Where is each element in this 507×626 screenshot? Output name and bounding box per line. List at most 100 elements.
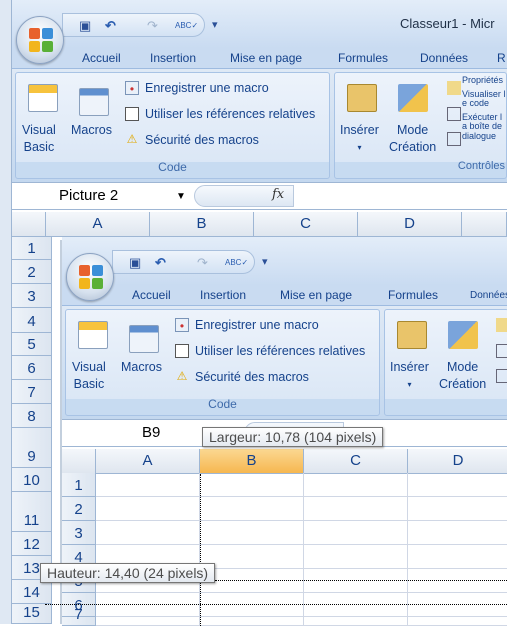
run-dialog-icon [447,132,461,146]
column-header-e[interactable] [462,212,507,237]
row-header-7[interactable]: 7 [12,380,52,404]
row-header-9[interactable]: 9 [12,428,52,468]
row-header-14[interactable]: 14 [12,580,52,604]
picture-select-all-corner [62,449,96,474]
column-header-b[interactable]: B [150,212,254,237]
record-macro-icon: • [125,81,139,96]
picture-record-macro-icon: • [175,318,189,333]
tab-donnees[interactable]: Données [420,51,468,65]
picture-column-header-c: C [304,449,408,474]
picture-cell [304,521,408,545]
picture-office-logo-icon [79,265,103,289]
save-icon[interactable]: ▣ [79,18,91,33]
picture-spelling-icon: ABC✓ [225,258,249,267]
relative-references-icon [125,107,139,121]
column-header-c[interactable]: C [254,212,358,237]
picture-cell [408,497,507,521]
visual-basic-label-1: Visual [22,123,56,137]
office-button[interactable] [16,16,64,64]
row-height-tooltip: Hauteur: 14,40 (24 pixels) [40,563,216,583]
picture-design-mode-icon [448,321,478,349]
picture-cell [304,497,408,521]
row-header-8[interactable]: 8 [12,404,52,428]
row-header-6[interactable]: 6 [12,356,52,380]
macro-security-button[interactable]: Sécurité des macros [145,132,259,149]
row-header-12[interactable]: 12 [12,532,52,556]
tab-formules[interactable]: Formules [338,51,388,65]
insert-function-icon[interactable]: fx [272,187,284,202]
run-dialog-button[interactable]: Exécuter la boîte de dialogue [462,112,507,142]
office-logo-icon [29,28,53,52]
picture-macros-icon [129,325,159,353]
spelling-icon[interactable]: ABC✓ [175,18,198,33]
controls-small-buttons: Propriétés Visualiser le code Exécuter l… [462,75,507,142]
picture-code-group-label: Code [208,397,237,411]
picture-insert-controls-button: Insérer ▾ [390,359,429,393]
design-mode-label-2: Création [389,140,437,154]
picture-insert-label: Insérer [390,360,429,374]
view-code-icon [447,107,461,121]
design-mode-label-1: Mode [396,123,429,137]
visual-basic-label-2: Basic [23,140,55,154]
row-header-15[interactable]: 15 [12,604,52,624]
picture-cell [200,521,304,545]
row-header-5[interactable]: 5 [12,333,52,356]
picture-tab-formules: Formules [388,288,439,302]
picture-row-header-7: 7 [62,606,96,626]
row-header-11[interactable]: 11 [12,492,52,532]
tab-accueil[interactable]: Accueil [82,51,121,65]
picture-tab-donnees: Données [470,290,507,301]
picture-cell [304,617,408,626]
picture-cell [304,473,408,497]
design-mode-button[interactable]: Mode Création [389,122,436,156]
picture-cell [96,473,200,497]
tab-revision[interactable]: R [497,51,506,65]
picture-relative-references-button: Utiliser les références relatives [195,344,366,358]
view-code-button[interactable]: Visualiser le code [462,89,507,109]
row-header-3[interactable]: 3 [12,284,52,308]
tab-mise-en-page[interactable]: Mise en page [230,51,302,65]
column-header-a[interactable]: A [46,212,150,237]
insert-label: Insérer [340,123,379,137]
select-all-corner[interactable] [12,212,46,237]
redo-icon[interactable]: ↷ [147,18,158,33]
picture-cell [200,617,304,626]
picture-visual-basic-label-2: Basic [73,377,105,391]
record-macro-button[interactable]: Enregistrer une macro [145,80,269,97]
row-header-1[interactable]: 1 [12,237,52,260]
picture-row-header-3: 3 [62,521,96,545]
row-header-4[interactable]: 4 [12,308,52,333]
visual-basic-button[interactable]: Visual Basic [22,122,56,156]
undo-icon[interactable]: ↶ [105,18,116,33]
picture-row-header-1: 1 [62,473,96,497]
insert-controls-button[interactable]: Insérer ▾ [340,122,379,156]
picture-view-code-icon [496,344,507,358]
relative-references-button[interactable]: Utiliser les références relatives [145,106,315,123]
picture-cell [200,593,304,617]
picture-macros-button: Macros [121,360,162,374]
quick-access-toolbar: ▣ ↶ ↷ ABC✓ [62,13,205,37]
tab-insertion[interactable]: Insertion [150,51,196,65]
row-header-2[interactable]: 2 [12,260,52,284]
name-box-dropdown-icon[interactable]: ▼ [176,191,186,202]
row-header-10[interactable]: 10 [12,468,52,492]
properties-button[interactable]: Propriétés [462,75,507,86]
picture-tab-insertion: Insertion [200,288,247,302]
picture-insert-controls-icon [397,321,427,349]
column-header-d[interactable]: D [358,212,462,237]
picture-cell [200,545,304,569]
picture-cell [408,617,507,626]
picture-save-icon: ▣ [129,255,142,270]
picture-macro-security-button: Sécurité des macros [195,370,309,384]
picture-row-header-2: 2 [62,497,96,521]
name-box[interactable]: Picture 2 [12,184,192,208]
picture-dropdown-arrow-icon: ▾ [407,380,412,389]
column-width-tooltip: Largeur: 10,78 (104 pixels) [202,427,384,447]
formula-input[interactable] [296,184,507,208]
macros-button[interactable]: Macros [71,122,112,139]
controls-group-label: Contrôles [457,160,505,172]
picture-cell [304,545,408,569]
picture-column-header-a: A [96,449,200,474]
picture-undo-icon: ↶ [155,255,166,270]
customize-qat-icon[interactable]: ▾ [212,18,218,31]
